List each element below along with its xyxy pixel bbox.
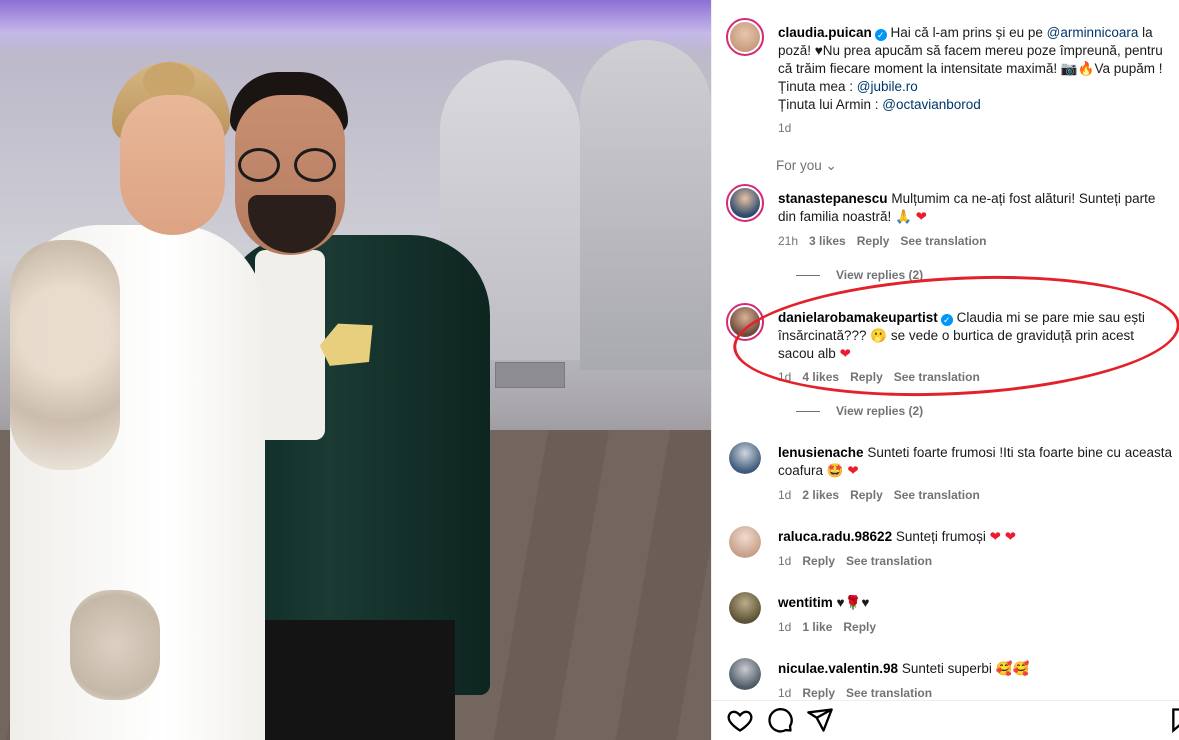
caption-text: Ținuta mea : [778, 79, 857, 94]
comment-username[interactable]: raluca.radu.98622 [778, 529, 892, 544]
see-translation-button[interactable]: See translation [894, 488, 980, 502]
heart-outline-icon[interactable] [726, 706, 754, 734]
sort-dropdown[interactable]: For you ⌄ [776, 158, 837, 174]
comment-item: stanastepanescu Mulțumim ca ne-ați fost … [726, 184, 1179, 284]
view-replies-button[interactable]: View replies (2) [796, 404, 923, 418]
comment-item: niculae.valentin.98 Sunteti superbi 🥰🥰 1… [726, 656, 1179, 700]
author-avatar[interactable] [726, 18, 764, 56]
comment-avatar[interactable] [729, 592, 761, 624]
likes-count[interactable]: 2 likes [802, 488, 839, 502]
blazer-embroidery [70, 590, 160, 700]
divider [712, 700, 1179, 701]
comment-avatar[interactable] [729, 658, 761, 690]
comment-text: ♥🌹♥ [836, 595, 870, 610]
comment-username[interactable]: wentitim [778, 595, 833, 610]
heart-emoji-icon: ❤ [847, 463, 859, 478]
view-replies-button[interactable]: View replies (2) [796, 268, 923, 282]
comment-meta: 1d Reply See translation [778, 554, 933, 568]
author-username[interactable]: claudia.puican [778, 25, 872, 40]
comment-meta: 21h 3 likes Reply See translation [778, 234, 987, 248]
bookmark-icon[interactable] [1170, 706, 1179, 734]
share-icon[interactable] [806, 706, 834, 734]
caption-text: Ținuta lui Armin : [778, 97, 883, 112]
heart-emoji-icon: ❤ [989, 529, 1001, 544]
verified-icon: ✓ [874, 29, 887, 41]
comment-avatar[interactable] [726, 184, 764, 222]
blazer-embroidery [10, 240, 120, 470]
comment-username[interactable]: lenusienache [778, 445, 864, 460]
comment-item: lenusienache Sunteti foarte frumosi !Iti… [726, 440, 1179, 510]
comment-avatar[interactable] [729, 526, 761, 558]
man-pants [255, 620, 455, 740]
post-actions [726, 706, 1179, 736]
comment-text: Sunteti superbi 🥰🥰 [901, 661, 1030, 676]
post-photo[interactable] [0, 0, 711, 740]
likes-count[interactable]: 3 likes [809, 234, 846, 248]
mention-link[interactable]: @jubile.ro [857, 79, 918, 94]
reply-button[interactable]: Reply [802, 554, 835, 568]
ceiling-lights [0, 0, 711, 55]
comment-text: Sunteți frumoși [895, 529, 986, 544]
comment-username[interactable]: niculae.valentin.98 [778, 661, 898, 676]
man-shirt [255, 250, 325, 440]
reply-button[interactable]: Reply [857, 234, 890, 248]
heart-emoji-icon: ❤ [915, 209, 927, 224]
reply-button[interactable]: Reply [843, 620, 876, 634]
likes-count[interactable]: 1 like [802, 620, 832, 634]
glasses [238, 148, 340, 184]
wall-arch [580, 40, 711, 370]
caption-time: 1d [778, 121, 792, 135]
woman-face [120, 95, 225, 235]
comment-meta: 1d 1 like Reply [778, 620, 877, 634]
comment-icon[interactable] [766, 706, 794, 734]
heart-emoji-icon: ❤ [1004, 529, 1017, 544]
comment-username[interactable]: stanastepanescu [778, 191, 888, 206]
reply-button[interactable]: Reply [850, 488, 883, 502]
comment-item: raluca.radu.98622 Sunteți frumoși ❤ ❤ 1d… [726, 524, 1179, 574]
comment-item: wentitim ♥🌹♥ 1d 1 like Reply [726, 590, 1179, 640]
post-caption: claudia.puican ✓ Hai că l-am prins și eu … [726, 18, 1179, 138]
wall-vent [495, 362, 565, 388]
see-translation-button[interactable]: See translation [846, 686, 932, 700]
see-translation-button[interactable]: See translation [846, 554, 932, 568]
comment-avatar[interactable] [729, 442, 761, 474]
mention-link[interactable]: @arminnicoara [1047, 25, 1139, 40]
chevron-down-icon: ⌄ [825, 158, 837, 173]
comment-meta: 1d 2 likes Reply See translation [778, 488, 980, 502]
comment-meta: 1d Reply See translation [778, 686, 933, 700]
see-translation-button[interactable]: See translation [900, 234, 986, 248]
mention-link[interactable]: @octavianborod [882, 97, 981, 112]
caption-text: Hai că l-am prins și eu pe [890, 25, 1047, 40]
reply-button[interactable]: Reply [802, 686, 835, 700]
